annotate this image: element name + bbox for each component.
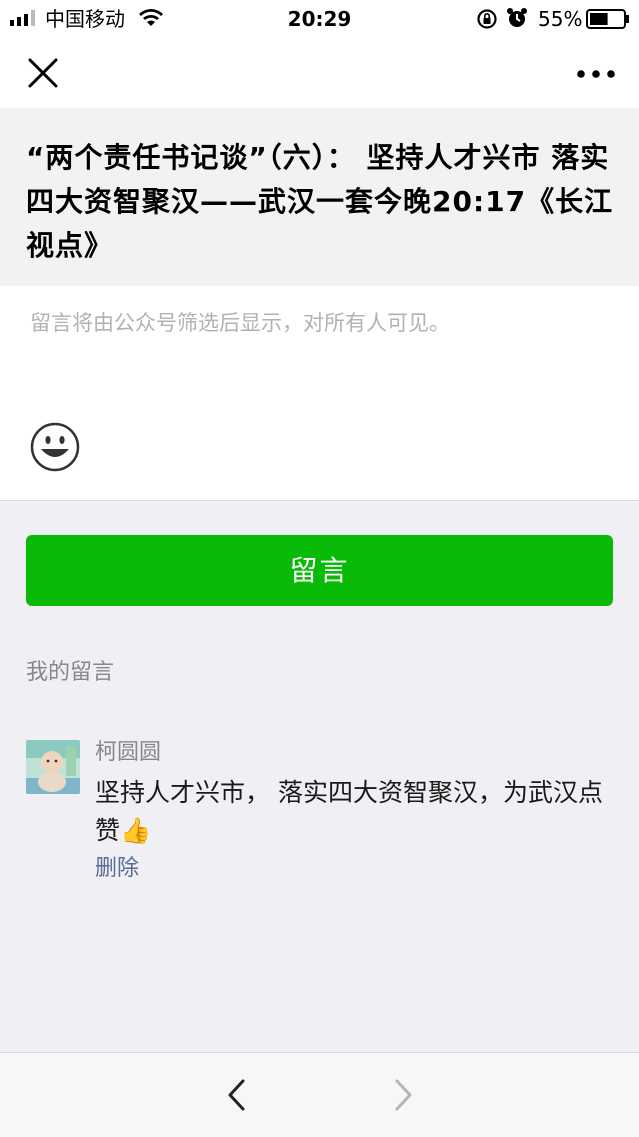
comment-input-area[interactable]: 留言将由公众号筛选后显示，对所有人可见。	[0, 286, 639, 501]
article-title: “两个责任书记谈”（六）： 坚持人才兴市 落实四大资智聚汉——武汉一套今晚20:…	[26, 141, 614, 262]
rotation-lock-icon	[477, 9, 497, 29]
chevron-right-icon[interactable]	[388, 1077, 418, 1113]
smiley-icon[interactable]	[30, 422, 80, 472]
comment-nickname: 柯圆圆	[95, 740, 162, 765]
delete-comment-link[interactable]: 删除	[95, 854, 139, 884]
chevron-left-icon[interactable]	[222, 1077, 252, 1113]
nav-bar	[0, 40, 639, 108]
more-dots-icon[interactable]	[574, 62, 618, 86]
battery-percent: 55%	[538, 7, 583, 31]
submit-comment-button[interactable]: 留言	[26, 535, 613, 606]
close-icon[interactable]	[26, 56, 60, 90]
alarm-icon	[507, 8, 527, 27]
comment-text: 坚持人才兴市， 落实四大资智聚汉，为武汉点赞👍	[95, 778, 603, 845]
battery-icon	[586, 9, 629, 29]
status-bar: 中国移动 20:29 55%	[0, 0, 639, 40]
avatar	[26, 740, 80, 794]
comment-input-placeholder[interactable]: 留言将由公众号筛选后显示，对所有人可见。	[30, 308, 450, 338]
my-comments-label: 我的留言	[26, 660, 115, 685]
bottom-toolbar	[0, 1052, 639, 1137]
article-title-section: “两个责任书记谈”（六）： 坚持人才兴市 落实四大资智聚汉——武汉一套今晚20:…	[0, 108, 639, 286]
